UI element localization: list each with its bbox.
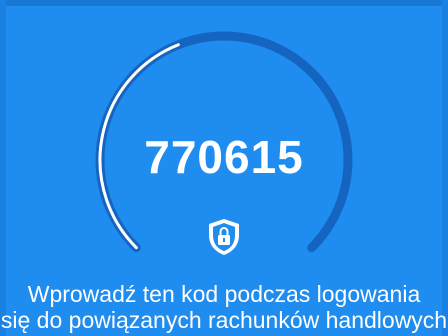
otp-code: 770615 [144,131,304,183]
instruction-text: Wprowadź ten kod podczas logowania się d… [0,281,448,333]
instruction-line-1: Wprowadź ten kod podczas logowania [27,281,421,307]
shield-lock-icon [209,219,239,255]
instruction-line-2: się do powiązanych rachunków handlowych [0,307,448,333]
